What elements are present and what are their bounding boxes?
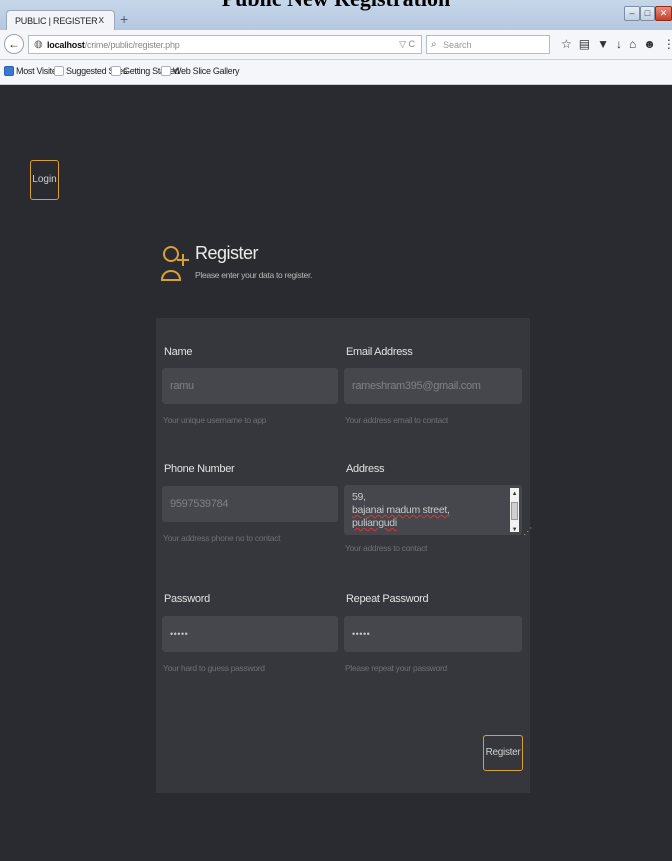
bookmark-star-icon[interactable]: ☆ [561,37,579,51]
name-label: Name [164,346,193,358]
url-host: localhost [47,40,85,50]
url-path: /crime/public/register.php [84,40,180,50]
resize-handle-icon[interactable]: ⋰ [523,525,532,538]
address-help: Your address to contact [345,543,428,553]
home-icon[interactable]: ⌂ [629,37,643,51]
email-field[interactable]: rameshram395@gmail.com [344,368,522,404]
repeat-password-help: Please repeat your password [345,663,447,673]
address-bar[interactable]: ◍ localhost/crime/public/register.php ▽ … [28,35,422,54]
scroll-up-icon[interactable]: ▲ [510,488,519,497]
email-help: Your address email to contact [345,415,448,425]
tab-register[interactable]: PUBLIC | REGISTER x [6,10,115,30]
bookmark-most-visited[interactable]: Most Visited [4,66,62,76]
page-subtitle: Please enter your data to register. [195,270,313,280]
menu-icon[interactable]: ⋮ [663,37,672,51]
address-line: 59, [352,491,366,503]
add-user-icon [160,246,189,281]
email-label: Email Address [346,346,413,358]
address-line: bajanai madum street, [352,504,450,516]
password-field[interactable]: ••••• [162,616,338,652]
toolbar-icons: ☆▤▼↓⌂☻⋮ [561,37,672,51]
reload-icon[interactable]: ▽ C [399,39,415,50]
name-help: Your unique username to app [163,415,267,425]
address-line: puliangudi [352,517,397,529]
password-help: Your hard to guess password [163,663,265,673]
password-label: Password [164,593,210,605]
firefox-icon [4,66,14,76]
name-field[interactable]: ramu [162,368,338,404]
document-caption: Public New Registration [0,0,672,10]
page-icon [111,66,121,76]
scroll-down-icon[interactable]: ▼ [510,524,519,533]
new-tab-icon[interactable]: + [120,11,128,27]
bookmark-web-slice-gallery[interactable]: Web Slice Gallery [161,66,240,76]
search-placeholder: Search [443,40,472,50]
page-icon [54,66,64,76]
register-button[interactable]: Register [483,735,523,771]
repeat-password-label: Repeat Password [346,593,429,605]
search-icon: ⌕ [431,39,437,50]
download-icon[interactable]: ↓ [616,37,629,51]
close-tab-icon[interactable]: x [99,14,105,26]
page-icon [161,66,171,76]
page-content: Login Register Please enter your data to… [0,85,672,861]
page-title: Register [195,243,259,263]
url-text: localhost/crime/public/register.php [47,40,180,50]
phone-field[interactable]: 9597539784 [162,486,338,522]
repeat-password-field[interactable]: ••••• [344,616,522,652]
scroll-thumb[interactable] [511,502,518,520]
login-button[interactable]: Login [30,160,59,200]
clipboard-icon[interactable]: ▤ [579,37,597,51]
register-form: Name ramu Your unique username to app Em… [156,318,532,793]
phone-label: Phone Number [164,463,235,475]
smiley-icon[interactable]: ☻ [643,37,663,51]
address-label: Address [346,463,385,475]
browser-window: PUBLIC | REGISTER x + – □ ✕ ← ◍ localhos… [0,0,672,861]
pocket-icon[interactable]: ▼ [597,37,616,51]
navigation-bar: ← ◍ localhost/crime/public/register.php … [0,30,672,60]
address-textarea[interactable]: 59, bajanai madum street, puliangudi ▲ ▼… [344,485,532,536]
bookmarks-bar: Most Visited Suggested Sites Getting Sta… [0,60,672,85]
textarea-scrollbar[interactable]: ▲ ▼ [510,488,519,533]
search-bar[interactable]: ⌕ Search [426,35,550,54]
globe-icon: ◍ [34,39,43,50]
phone-help: Your address phone no to contact [163,533,281,543]
tab-title: PUBLIC | REGISTER [15,16,98,26]
back-arrow-icon[interactable]: ← [4,34,24,54]
